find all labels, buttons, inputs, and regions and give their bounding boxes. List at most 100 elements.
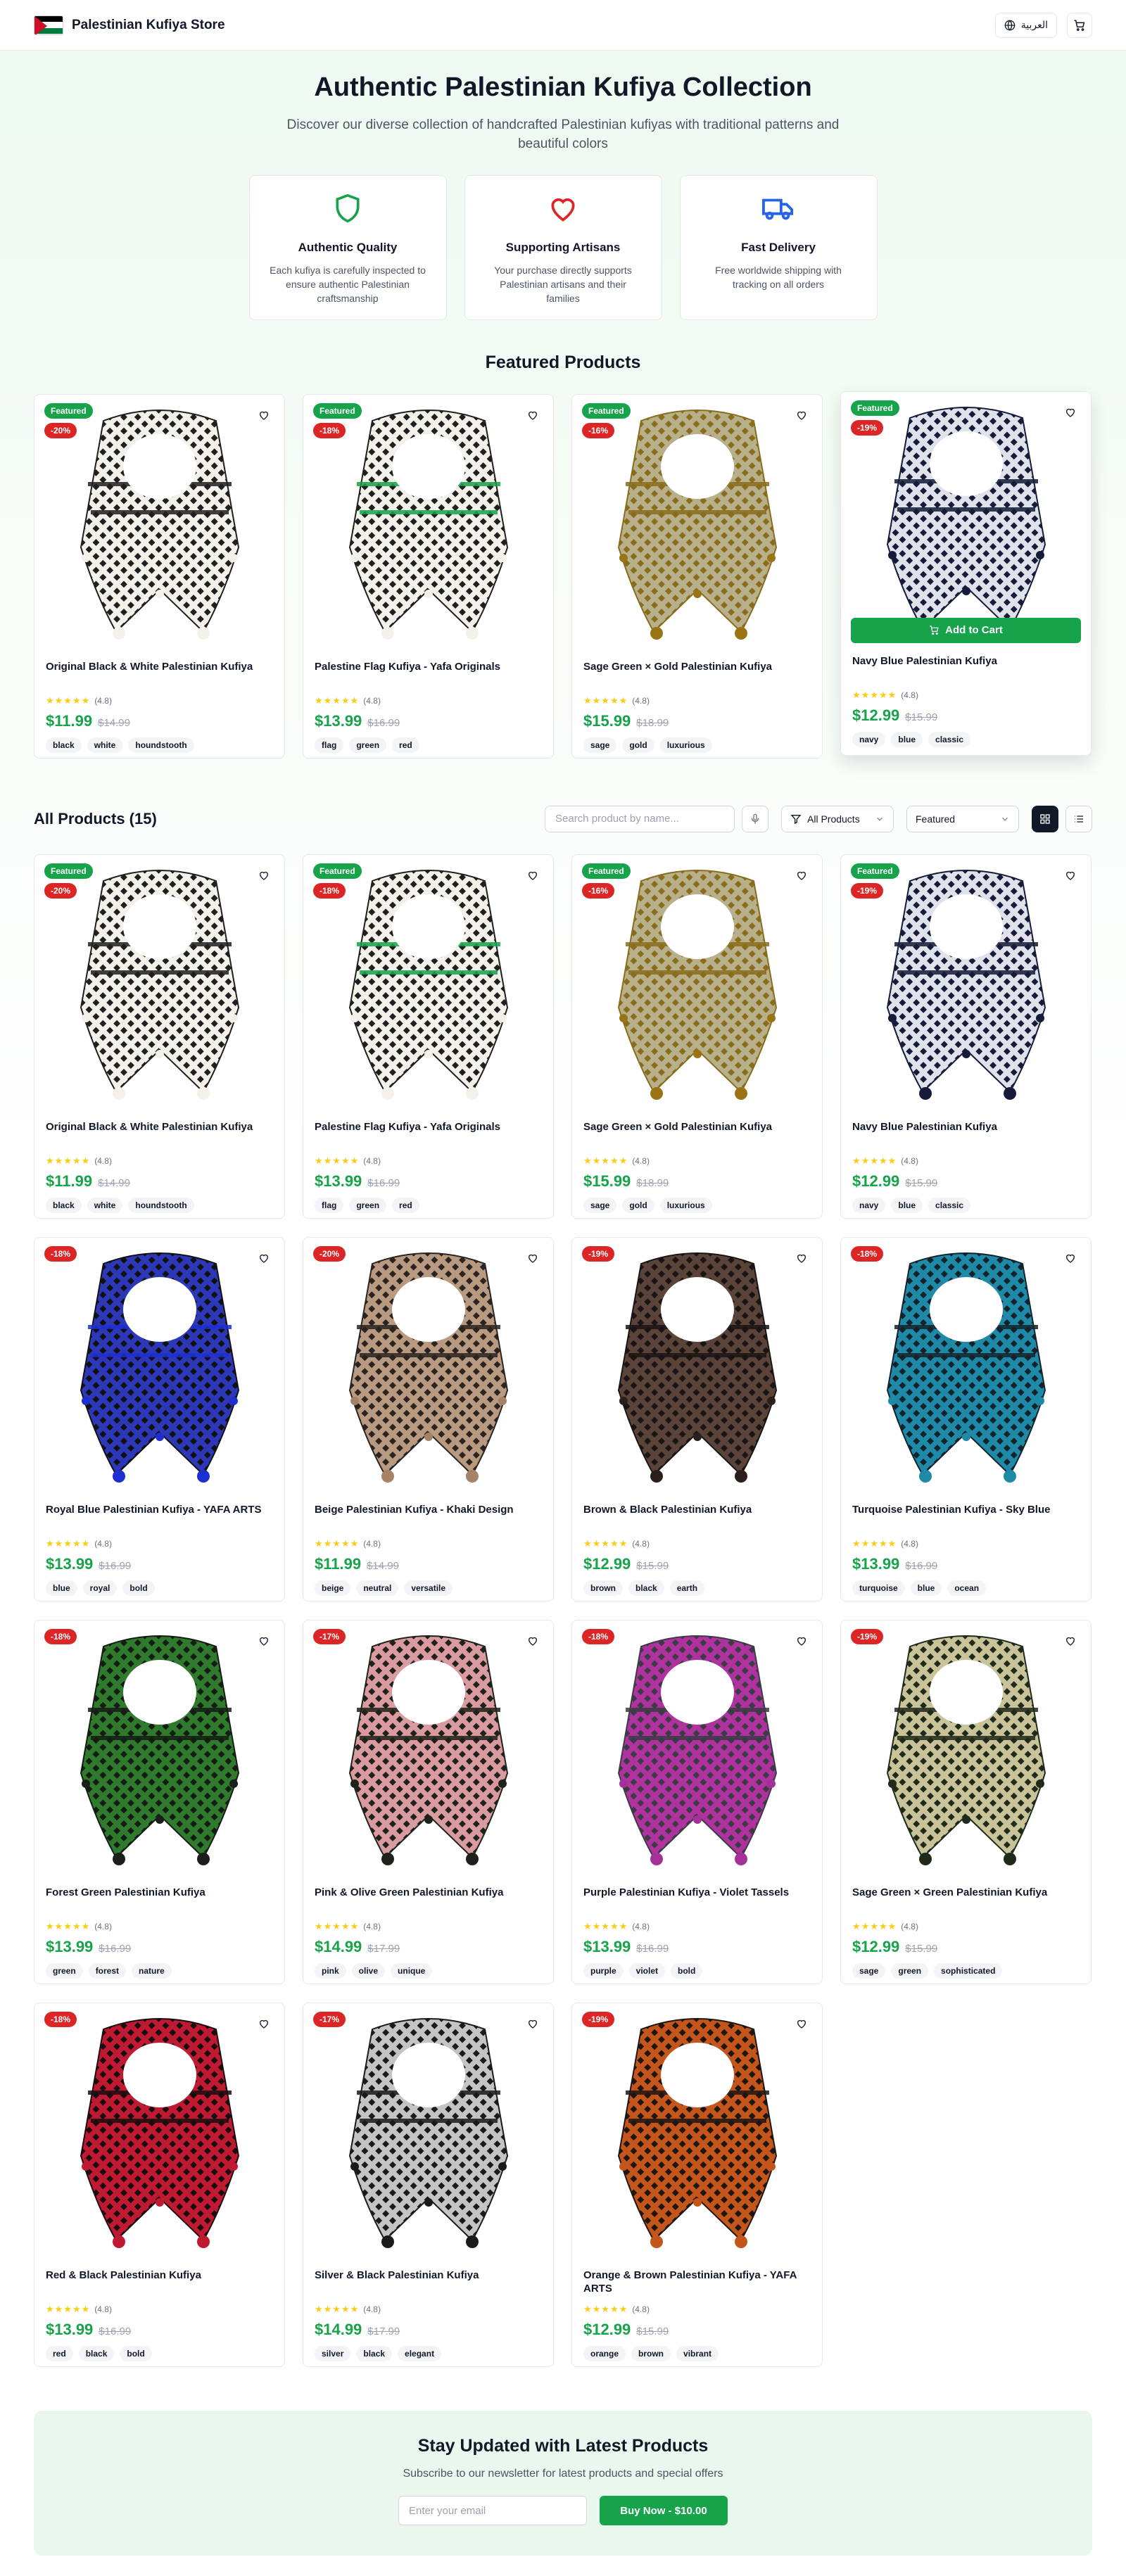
- product-name[interactable]: Original Black & White Palestinian Kufiy…: [46, 1120, 273, 1151]
- wishlist-button[interactable]: [791, 404, 812, 426]
- product-name[interactable]: Forest Green Palestinian Kufiya: [46, 1886, 273, 1917]
- feature-card-artisans: Supporting Artisans Your purchase direct…: [464, 175, 662, 320]
- product-image-area[interactable]: Featured -20%: [34, 855, 284, 1112]
- wishlist-button[interactable]: [1060, 1247, 1081, 1269]
- product-card[interactable]: Featured -18% Palestine Flag Kufiya - Ya…: [303, 393, 554, 759]
- product-name[interactable]: Brown & Black Palestinian Kufiya: [583, 1503, 811, 1534]
- product-tag: flag: [315, 737, 344, 753]
- product-name[interactable]: Pink & Olive Green Palestinian Kufiya: [315, 1886, 542, 1917]
- newsletter-email-input[interactable]: [398, 2496, 587, 2525]
- product-image-area[interactable]: -17%: [303, 2003, 553, 2260]
- product-image-area[interactable]: -19%: [572, 1238, 822, 1495]
- product-card[interactable]: Featured -20% Original Black & White Pal…: [34, 393, 285, 759]
- wishlist-button[interactable]: [791, 1630, 812, 1651]
- rating-stars: ★★★★★: [315, 1155, 360, 1166]
- product-image-area[interactable]: -18%: [34, 2003, 284, 2260]
- product-name[interactable]: Original Black & White Palestinian Kufiy…: [46, 660, 273, 691]
- product-card[interactable]: -18% Turquoise Palestinian Kufiya - Sky …: [840, 1236, 1092, 1601]
- product-name[interactable]: Sage Green × Gold Palestinian Kufiya: [583, 660, 811, 691]
- product-card[interactable]: -18% Forest Green Palestinian Kufiya ★★★…: [34, 1619, 285, 1984]
- wishlist-button[interactable]: [522, 864, 543, 886]
- product-card[interactable]: -18% Red & Black Palestinian Kufiya ★★★★…: [34, 2002, 285, 2367]
- product-prices: $12.99 $15.99: [583, 1555, 811, 1573]
- product-card[interactable]: -18% Purple Palestinian Kufiya - Violet …: [571, 1619, 823, 1984]
- product-card[interactable]: -20% Beige Palestinian Kufiya - Khaki De…: [303, 1236, 554, 1601]
- product-image-area[interactable]: -20%: [303, 1238, 553, 1495]
- wishlist-button[interactable]: [253, 864, 274, 886]
- product-prices: $13.99 $16.99: [315, 712, 542, 730]
- product-name[interactable]: Navy Blue Palestinian Kufiya: [852, 1120, 1080, 1151]
- wishlist-button[interactable]: [522, 2012, 543, 2034]
- wishlist-button[interactable]: [522, 1247, 543, 1269]
- sort-select[interactable]: Featured: [906, 805, 1019, 832]
- product-image-area[interactable]: -19%: [572, 2003, 822, 2260]
- heart-icon: [797, 871, 806, 880]
- product-image-area[interactable]: -17%: [303, 1620, 553, 1877]
- rating-value: (4.8): [901, 1538, 918, 1549]
- search-input[interactable]: [545, 805, 735, 832]
- wishlist-button[interactable]: [253, 2012, 274, 2034]
- wishlist-button[interactable]: [522, 1630, 543, 1651]
- wishlist-button[interactable]: [1060, 864, 1081, 886]
- brand[interactable]: Palestinian Kufiya Store: [34, 15, 225, 35]
- product-card[interactable]: -17% Pink & Olive Green Palestinian Kufi…: [303, 1619, 554, 1984]
- grid-view-button[interactable]: [1032, 805, 1058, 832]
- product-name[interactable]: Beige Palestinian Kufiya - Khaki Design: [315, 1503, 542, 1534]
- product-card[interactable]: Featured -20% Original Black & White Pal…: [34, 854, 285, 1219]
- product-price: $13.99: [46, 1937, 94, 1955]
- list-view-button[interactable]: [1065, 805, 1092, 832]
- product-card[interactable]: -19% Orange & Brown Palestinian Kufiya -…: [571, 2002, 823, 2367]
- language-switch-button[interactable]: العربية: [994, 12, 1057, 38]
- buy-now-button[interactable]: Buy Now - $10.00: [600, 2496, 728, 2525]
- product-card[interactable]: Featured -19% Add to Cart Navy Blue Pale…: [840, 391, 1092, 756]
- wishlist-button[interactable]: [1060, 401, 1081, 423]
- product-name[interactable]: Purple Palestinian Kufiya - Violet Tasse…: [583, 1886, 811, 1917]
- product-name[interactable]: Palestine Flag Kufiya - Yafa Originals: [315, 1120, 542, 1151]
- wishlist-button[interactable]: [522, 404, 543, 426]
- product-name[interactable]: Silver & Black Palestinian Kufiya: [315, 2269, 542, 2299]
- product-image-area[interactable]: Featured -16%: [572, 395, 822, 652]
- product-image-area[interactable]: Featured -18%: [303, 855, 553, 1112]
- wishlist-button[interactable]: [253, 1247, 274, 1269]
- product-image-area[interactable]: -18%: [572, 1620, 822, 1877]
- product-rating: ★★★★★ (4.8): [46, 1921, 273, 1932]
- product-name[interactable]: Navy Blue Palestinian Kufiya: [852, 654, 1080, 685]
- wishlist-button[interactable]: [791, 864, 812, 886]
- product-name[interactable]: Sage Green × Green Palestinian Kufiya: [852, 1886, 1080, 1917]
- wishlist-button[interactable]: [791, 1247, 812, 1269]
- product-card[interactable]: Featured -19% Navy Blue Palestinian Kufi…: [840, 854, 1092, 1219]
- product-name[interactable]: Turquoise Palestinian Kufiya - Sky Blue: [852, 1503, 1080, 1534]
- discount-badge: -19%: [851, 1628, 884, 1644]
- product-name[interactable]: Sage Green × Gold Palestinian Kufiya: [583, 1120, 811, 1151]
- add-to-cart-button[interactable]: Add to Cart: [851, 617, 1081, 643]
- voice-search-button[interactable]: [742, 805, 768, 832]
- product-card[interactable]: Featured -16% Sage Green × Gold Palestin…: [571, 854, 823, 1219]
- product-card[interactable]: -19% Sage Green × Green Palestinian Kufi…: [840, 1619, 1092, 1984]
- product-image-area[interactable]: -18%: [34, 1238, 284, 1495]
- discount-badge: -16%: [582, 422, 615, 438]
- product-card[interactable]: -17% Silver & Black Palestinian Kufiya ★…: [303, 2002, 554, 2367]
- product-card[interactable]: -19% Brown & Black Palestinian Kufiya ★★…: [571, 1236, 823, 1601]
- product-image-area[interactable]: Featured -19% Add to Cart: [841, 392, 1091, 649]
- product-image-area[interactable]: Featured -19%: [841, 855, 1091, 1112]
- product-card[interactable]: Featured -16% Sage Green × Gold Palestin…: [571, 393, 823, 759]
- wishlist-button[interactable]: [253, 404, 274, 426]
- discount-badge: -19%: [582, 2011, 615, 2027]
- product-image-area[interactable]: -19%: [841, 1620, 1091, 1877]
- product-card[interactable]: -18% Royal Blue Palestinian Kufiya - YAF…: [34, 1236, 285, 1601]
- product-name[interactable]: Palestine Flag Kufiya - Yafa Originals: [315, 660, 542, 691]
- product-card[interactable]: Featured -18% Palestine Flag Kufiya - Ya…: [303, 854, 554, 1219]
- category-filter-select[interactable]: All Products: [781, 805, 894, 832]
- wishlist-button[interactable]: [791, 2012, 812, 2034]
- product-image-area[interactable]: -18%: [841, 1238, 1091, 1495]
- product-image-area[interactable]: Featured -18%: [303, 395, 553, 652]
- product-image-area[interactable]: Featured -20%: [34, 395, 284, 652]
- product-image-area[interactable]: Featured -16%: [572, 855, 822, 1112]
- cart-button[interactable]: [1067, 12, 1092, 38]
- wishlist-button[interactable]: [253, 1630, 274, 1651]
- wishlist-button[interactable]: [1060, 1630, 1081, 1651]
- product-name[interactable]: Royal Blue Palestinian Kufiya - YAFA ART…: [46, 1503, 273, 1534]
- product-name[interactable]: Red & Black Palestinian Kufiya: [46, 2269, 273, 2299]
- product-image-area[interactable]: -18%: [34, 1620, 284, 1877]
- product-name[interactable]: Orange & Brown Palestinian Kufiya - YAFA…: [583, 2269, 811, 2299]
